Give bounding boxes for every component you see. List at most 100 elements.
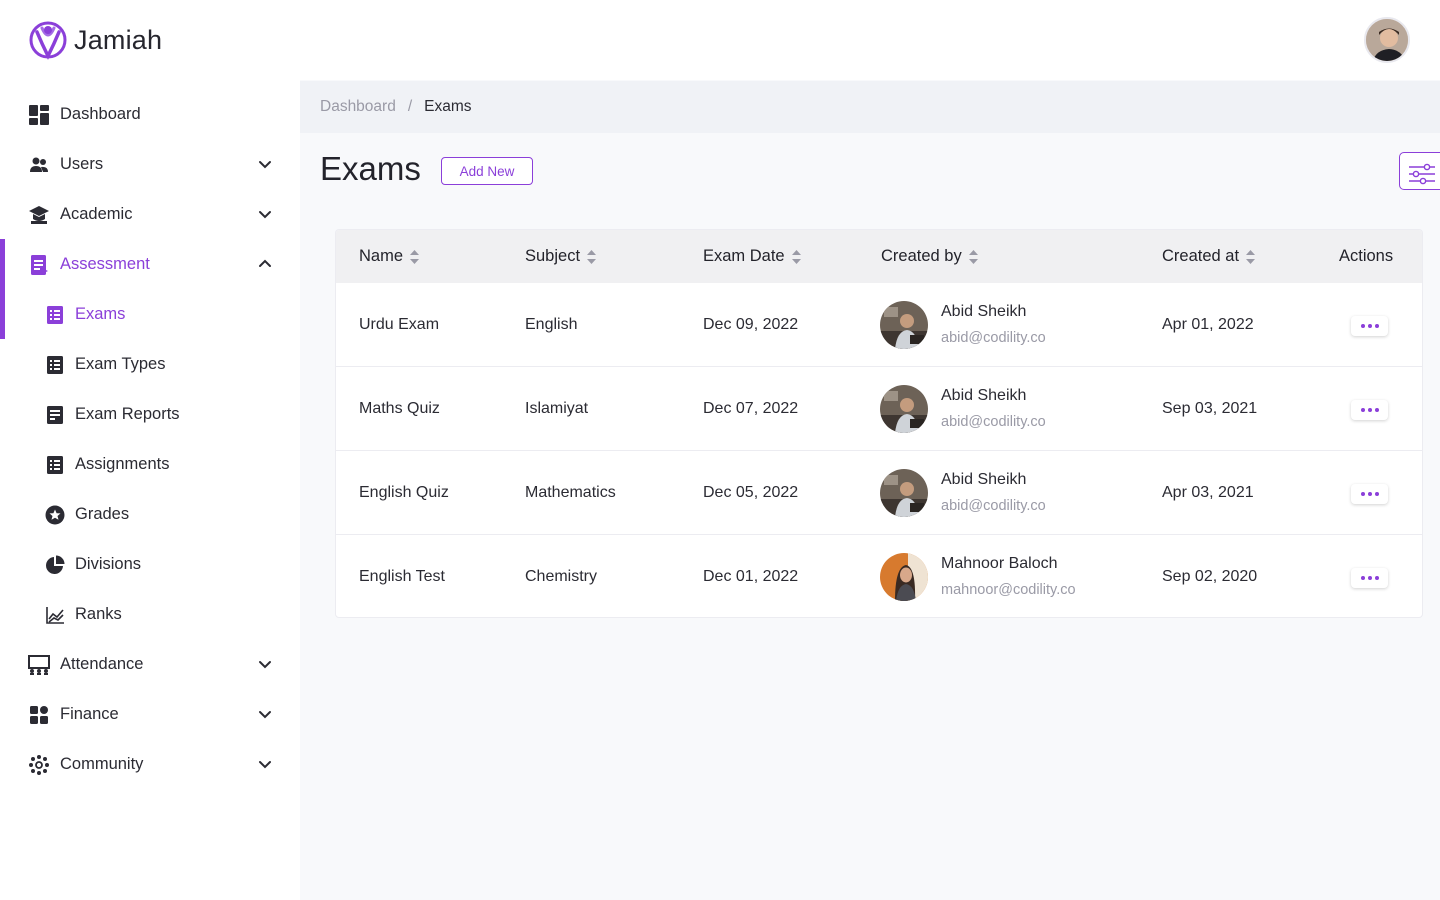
sidebar-item-label: Ranks — [75, 605, 122, 623]
column-header-label: Subject — [525, 247, 581, 265]
exam-date: Dec 01, 2022 — [703, 568, 799, 585]
apps-icon — [28, 704, 50, 726]
sidebar-item-grades[interactable]: Grades — [0, 489, 300, 539]
breadcrumb-current: Exams — [424, 98, 472, 115]
sort-icon[interactable] — [968, 249, 979, 265]
more-dots-icon — [1360, 492, 1365, 496]
list-icon — [44, 304, 66, 326]
sidebar-item-exam-reports[interactable]: Exam Reports — [0, 389, 300, 439]
user-avatar[interactable] — [1364, 17, 1410, 63]
page-title: Exams — [320, 150, 421, 187]
sidebar-item-users[interactable]: Users — [0, 139, 300, 189]
sort-icon[interactable] — [586, 249, 597, 265]
sort-icon[interactable] — [791, 249, 802, 265]
more-dots-icon — [1367, 492, 1372, 496]
filter-button[interactable] — [1399, 152, 1440, 190]
exam-subject: Islamiyat — [525, 400, 589, 417]
chevron-down-icon[interactable] — [257, 156, 273, 172]
column-header-created-by[interactable]: Created by — [881, 247, 979, 266]
column-header-name[interactable]: Name — [359, 247, 420, 266]
exam-subject: Chemistry — [525, 568, 598, 585]
report-icon — [44, 404, 66, 426]
sidebar-item-academic[interactable]: Academic — [0, 189, 300, 239]
dashboard-grid-icon — [28, 104, 50, 126]
sidebar-item-assessment[interactable]: Assessment — [0, 239, 300, 289]
star-circle-icon — [44, 504, 66, 526]
sidebar-item-finance[interactable]: Finance — [0, 689, 300, 739]
column-header-label: Created by — [881, 247, 962, 265]
more-dots-icon — [1367, 324, 1372, 328]
app-logo[interactable]: Jamiah — [28, 20, 162, 60]
row-actions-button[interactable] — [1351, 484, 1388, 504]
sidebar-item-ranks[interactable]: Ranks — [0, 589, 300, 639]
creator-name: Mahnoor Baloch — [941, 555, 1058, 572]
more-dots-icon — [1367, 576, 1372, 580]
exam-date: Dec 09, 2022 — [703, 316, 799, 333]
sidebar-item-label: Dashboard — [60, 105, 141, 123]
breadcrumb-bar: Dashboard / Exams — [300, 81, 1440, 133]
column-header-created-at[interactable]: Created at — [1162, 247, 1256, 266]
sidebar-item-label: Exam Reports — [75, 405, 180, 423]
column-header-subject[interactable]: Subject — [525, 247, 597, 266]
row-actions-button[interactable] — [1351, 400, 1388, 420]
more-dots-icon — [1360, 324, 1365, 328]
sidebar-item-attendance[interactable]: Attendance — [0, 639, 300, 689]
exam-date: Dec 05, 2022 — [703, 484, 799, 501]
sidebar-item-label: Academic — [60, 205, 133, 223]
chevron-up-icon[interactable] — [257, 256, 273, 272]
attendance-icon — [28, 654, 50, 676]
created-at: Sep 02, 2020 — [1162, 568, 1258, 585]
table-row[interactable]: English Test Chemistry Dec 01, 2022 Mahn… — [336, 535, 1422, 617]
line-chart-icon — [44, 604, 66, 626]
column-header-label: Name — [359, 247, 404, 265]
chevron-down-icon[interactable] — [257, 656, 273, 672]
sidebar-item-label: Users — [60, 155, 104, 173]
sidebar-item-label: Exam Types — [75, 355, 166, 373]
more-dots-icon — [1374, 492, 1379, 496]
sidebar-item-label: Divisions — [75, 555, 142, 573]
creator-email: mahnoor@codility.co — [941, 582, 1076, 598]
app-name: Jamiah — [74, 24, 163, 55]
creator-name: Abid Sheikh — [941, 303, 1027, 320]
top-bar: Jamiah — [0, 0, 1440, 80]
table-row[interactable]: Urdu Exam English Dec 09, 2022 Abid Shei… — [336, 283, 1422, 367]
sidebar-item-label: Assessment — [60, 255, 150, 273]
exam-subject: Mathematics — [525, 484, 616, 501]
created-at: Apr 03, 2021 — [1162, 484, 1254, 501]
users-icon — [28, 154, 50, 176]
exam-name: Urdu Exam — [359, 316, 440, 333]
more-dots-icon — [1367, 408, 1372, 412]
column-header-exam-date[interactable]: Exam Date — [703, 247, 802, 266]
creator-avatar — [880, 301, 928, 349]
sidebar-item-divisions[interactable]: Divisions — [0, 539, 300, 589]
pie-chart-icon — [44, 554, 66, 576]
more-dots-icon — [1374, 408, 1379, 412]
exams-table: Name Subject Exam Date Created by Create… — [335, 229, 1423, 618]
created-at: Sep 03, 2021 — [1162, 400, 1258, 417]
exam-date: Dec 07, 2022 — [703, 400, 799, 417]
chevron-down-icon[interactable] — [257, 756, 273, 772]
creator-email: abid@codility.co — [941, 414, 1046, 430]
sort-icon[interactable] — [1245, 249, 1256, 265]
column-header-label: Actions — [1339, 247, 1394, 265]
row-actions-button[interactable] — [1351, 316, 1388, 336]
more-dots-icon — [1374, 324, 1379, 328]
column-header-label: Created at — [1162, 247, 1240, 265]
add-new-button[interactable]: Add New — [441, 157, 533, 185]
exam-name: Maths Quiz — [359, 400, 440, 417]
sidebar-item-community[interactable]: Community — [0, 739, 300, 789]
chevron-down-icon[interactable] — [257, 706, 273, 722]
creator-avatar — [880, 385, 928, 433]
table-row[interactable]: English Quiz Mathematics Dec 05, 2022 Ab… — [336, 451, 1422, 535]
sidebar-item-exams[interactable]: Exams — [0, 289, 300, 339]
sidebar-item-exam-types[interactable]: Exam Types — [0, 339, 300, 389]
row-actions-button[interactable] — [1351, 568, 1388, 588]
chevron-down-icon[interactable] — [257, 206, 273, 222]
creator-email: abid@codility.co — [941, 330, 1046, 346]
sidebar-item-dashboard[interactable]: Dashboard — [0, 89, 300, 139]
sidebar-item-assignments[interactable]: Assignments — [0, 439, 300, 489]
sort-icon[interactable] — [409, 249, 420, 265]
user-avatar-icon — [1366, 19, 1408, 61]
table-row[interactable]: Maths Quiz Islamiyat Dec 07, 2022 Abid S… — [336, 367, 1422, 451]
breadcrumb-link-dashboard[interactable]: Dashboard — [320, 98, 396, 116]
